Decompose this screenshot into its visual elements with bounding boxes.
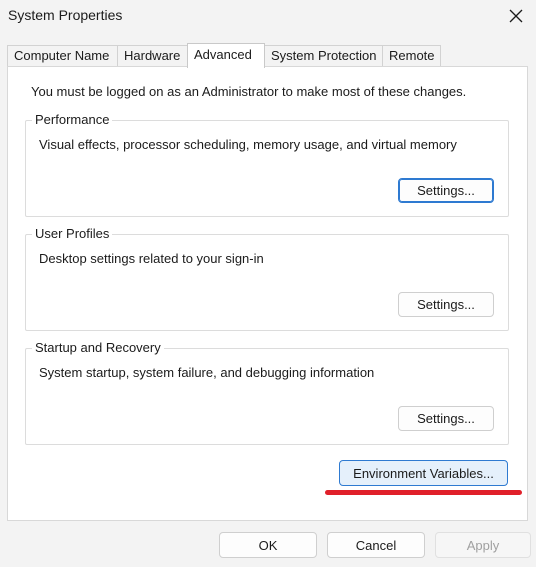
tab-hardware[interactable]: Hardware <box>117 45 188 66</box>
user-profiles-description: Desktop settings related to your sign-in <box>39 251 264 266</box>
environment-variables-button[interactable]: Environment Variables... <box>339 460 508 486</box>
tab-remote[interactable]: Remote <box>382 45 441 66</box>
title-bar: System Properties <box>0 0 536 34</box>
close-button[interactable] <box>496 0 536 34</box>
startup-recovery-group-title: Startup and Recovery <box>32 340 164 355</box>
user-profiles-group: User Profiles Desktop settings related t… <box>25 226 509 331</box>
performance-description: Visual effects, processor scheduling, me… <box>39 137 457 152</box>
tab-advanced[interactable]: Advanced <box>187 43 265 68</box>
cancel-button[interactable]: Cancel <box>327 532 425 558</box>
performance-group: Performance Visual effects, processor sc… <box>25 112 509 217</box>
apply-button[interactable]: Apply <box>435 532 531 558</box>
user-profiles-group-title: User Profiles <box>32 226 113 241</box>
startup-recovery-settings-button[interactable]: Settings... <box>398 406 494 431</box>
window-title: System Properties <box>8 7 123 23</box>
performance-settings-button[interactable]: Settings... <box>398 178 494 203</box>
tab-system-protection[interactable]: System Protection <box>264 45 383 66</box>
tab-computer-name[interactable]: Computer Name <box>7 45 118 66</box>
admin-note: You must be logged on as an Administrato… <box>31 84 467 99</box>
user-profiles-settings-button[interactable]: Settings... <box>398 292 494 317</box>
performance-group-title: Performance <box>32 112 113 127</box>
startup-recovery-group: Startup and Recovery System startup, sys… <box>25 340 509 445</box>
highlight-underline <box>325 490 522 495</box>
close-icon <box>509 9 523 23</box>
ok-button[interactable]: OK <box>219 532 317 558</box>
startup-recovery-description: System startup, system failure, and debu… <box>39 365 375 380</box>
advanced-tab-panel: You must be logged on as an Administrato… <box>7 66 528 521</box>
